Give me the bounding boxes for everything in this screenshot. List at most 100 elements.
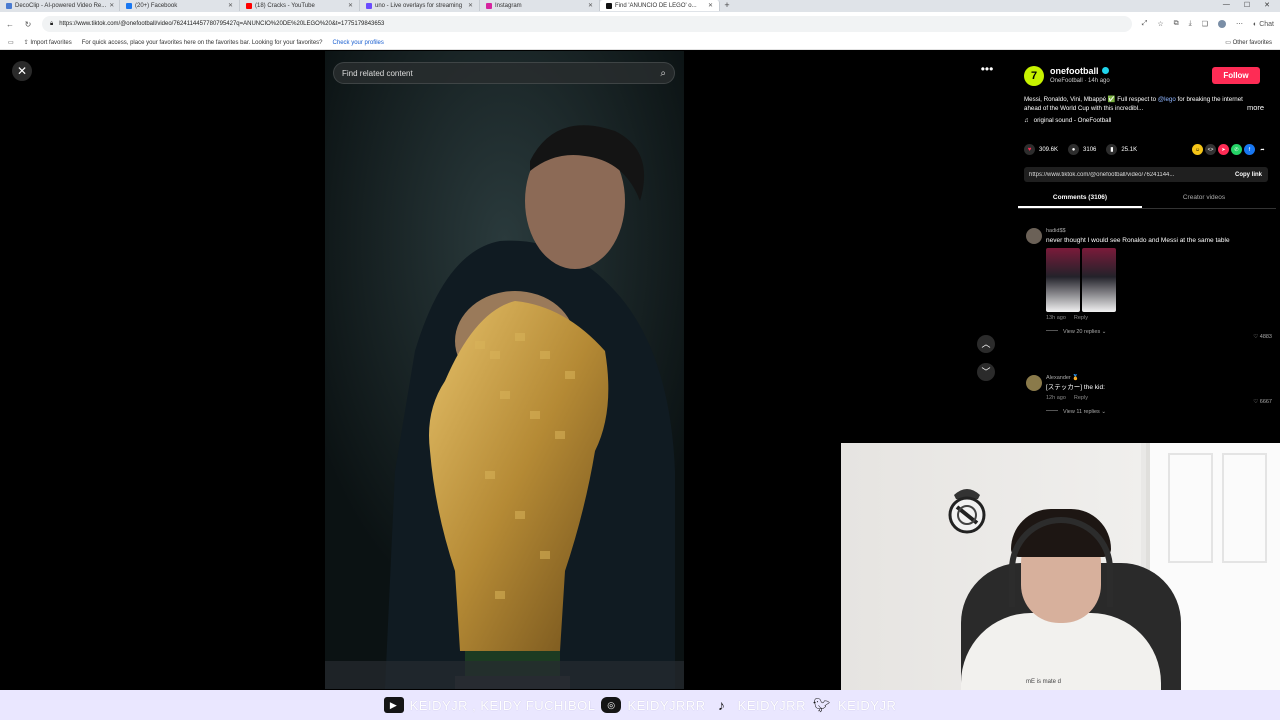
comment-username[interactable]: hadid$$ (1046, 228, 1252, 234)
comment-time: 13h ago (1046, 315, 1066, 321)
import-favorites-button[interactable]: ⇪ Import favorites (24, 39, 72, 46)
youtube-icon: ▶ (383, 697, 404, 713)
browser-tab[interactable]: DecoClip - AI-powered Video Re... ✕ (0, 0, 120, 11)
twitter-handle: KEIDYJR (837, 697, 897, 713)
post-description: Messi, Ronaldo, Vini, Mbappé ✅ Full resp… (1024, 96, 1243, 112)
post-side-panel: 7 onefootball OneFootball · 14h ago Foll… (1018, 51, 1276, 443)
commenter-avatar[interactable] (1026, 375, 1042, 391)
panel-tabs: Comments (3106) Creator videos (1018, 191, 1276, 209)
like-button[interactable]: ♥ 309.6K (1024, 144, 1058, 155)
tab-title: Instagram (495, 2, 522, 9)
copilot-chat-button[interactable]: ◐ Chat (1253, 21, 1274, 28)
comment-text: never thought I would see Ronaldo and Me… (1046, 237, 1230, 244)
check-profiles-link[interactable]: Check your profiles (333, 40, 384, 46)
tab-close-icon[interactable]: ✕ (468, 2, 473, 9)
music-note-icon: ♫ (1024, 117, 1029, 124)
commenter-avatar[interactable] (1026, 228, 1042, 244)
browser-tab[interactable]: (18) Cracks - YouTube ✕ (240, 0, 360, 11)
sound-row[interactable]: ♫ original sound - OneFootball (1024, 117, 1111, 124)
tab-close-icon[interactable]: ✕ (348, 2, 353, 9)
sound-name: original sound - OneFootball (1033, 117, 1112, 124)
reply-button[interactable]: Reply (1074, 395, 1088, 401)
share-arrow-icon[interactable]: ➦ (1257, 144, 1268, 155)
window-controls: — ☐ ✕ (1213, 0, 1280, 10)
facebook-favicon-icon (126, 2, 132, 9)
description-more-button[interactable]: more (1247, 103, 1264, 112)
tab-favicon-icon (6, 2, 12, 9)
comment-button[interactable]: ● 3106 (1068, 144, 1096, 155)
comment-text: [ステッカー] the kid: (1046, 384, 1105, 391)
favorites-bar-toggle-icon[interactable]: ▭ (8, 39, 14, 46)
embed-icon[interactable]: <> (1205, 144, 1216, 155)
tab-title: uno - Live overlays for streaming (375, 2, 463, 9)
extensions-icon[interactable]: ⧉ (1174, 20, 1179, 28)
real-madrid-crest-icon (948, 489, 986, 534)
profile-avatar[interactable] (1218, 20, 1227, 28)
search-input[interactable]: Find related content (342, 69, 413, 78)
creator-name[interactable]: onefootball (1050, 66, 1109, 76)
save-button[interactable]: ▮ 25.1K (1106, 144, 1137, 155)
view-replies-button[interactable]: View 11 replies ⌄ (1046, 409, 1252, 415)
heart-icon: ♥ (1024, 144, 1035, 155)
other-favorites-button[interactable]: ▭ Other favorites (1225, 39, 1272, 46)
favorites-bar: ▭ ⇪ Import favorites For quick access, p… (0, 36, 1280, 50)
copy-link-button[interactable]: Copy link (1229, 172, 1268, 178)
tab-title: (20+) Facebook (135, 2, 178, 9)
previous-video-button[interactable]: ︿ (977, 335, 995, 353)
menu-dots-icon[interactable]: ⋯ (1236, 20, 1243, 28)
save-count: 25.1K (1121, 146, 1138, 153)
browser-tab-active[interactable]: Find 'ANUNCIO DE LEGO' o... ✕ (600, 0, 720, 11)
browser-tabbar: DecoClip - AI-powered Video Re... ✕ (20+… (0, 0, 1280, 12)
creator-subtitle: OneFootball · 14h ago (1050, 78, 1110, 84)
comment-username[interactable]: Alexander 🏅 (1046, 375, 1252, 381)
instagram-favicon-icon (486, 2, 492, 9)
send-to-friends-icon[interactable]: ➤ (1218, 144, 1229, 155)
tab-close-icon[interactable]: ✕ (109, 2, 114, 9)
url-field[interactable]: 🔒︎ https://www.tiktok.com/@onefootball/v… (42, 16, 1132, 32)
comment-image-thumbnail[interactable] (1046, 248, 1116, 312)
tab-comments[interactable]: Comments (3106) (1018, 191, 1142, 208)
view-replies-button[interactable]: View 20 replies ⌄ (1046, 329, 1252, 335)
whatsapp-icon[interactable]: ✆ (1231, 144, 1242, 155)
shirt-print: mE is mate d (1026, 679, 1062, 685)
creator-avatar[interactable]: 7 (1024, 66, 1044, 86)
tab-title: DecoClip - AI-powered Video Re... (15, 2, 107, 9)
follow-button[interactable]: Follow (1212, 67, 1260, 84)
tab-creator-videos[interactable]: Creator videos (1142, 191, 1266, 208)
window-close-icon[interactable]: ✕ (1264, 1, 1270, 9)
video-player[interactable]: Find related content ⌕ (325, 51, 684, 689)
tab-close-icon[interactable]: ✕ (708, 2, 713, 9)
refresh-icon[interactable]: ↻ (24, 20, 32, 29)
facebook-icon[interactable]: f (1244, 144, 1255, 155)
find-related-search[interactable]: Find related content ⌕ (333, 62, 675, 84)
next-video-button[interactable]: ﹀ (977, 363, 995, 381)
browser-tab[interactable]: (20+) Facebook ✕ (120, 0, 240, 11)
back-icon[interactable]: ← (6, 20, 14, 29)
maximize-icon[interactable]: ☐ (1244, 1, 1250, 9)
browser-tab[interactable]: Instagram ✕ (480, 0, 600, 11)
downloads-icon[interactable]: ⤓ (1189, 20, 1192, 28)
close-video-button[interactable]: ✕ (12, 61, 32, 81)
comment-like-count[interactable]: ♡ 4883 (1253, 334, 1272, 340)
reply-button[interactable]: Reply (1074, 315, 1088, 321)
comment-count: 3106 (1083, 146, 1097, 153)
share-icons: ☺ <> ➤ ✆ f ➦ (1192, 144, 1268, 155)
tiktok-handle: KEIDYJRR (737, 697, 806, 713)
emoji-share-icon[interactable]: ☺ (1192, 144, 1203, 155)
comment-like-count[interactable]: ♡ 6667 (1253, 399, 1272, 405)
collections-icon[interactable]: ❑ (1202, 20, 1208, 28)
tiktok-icon: ♪ (717, 697, 726, 713)
favorite-star-icon[interactable]: ☆ (1157, 20, 1163, 28)
more-options-icon[interactable]: ••• (977, 63, 997, 79)
browser-tab[interactable]: uno - Live overlays for streaming ✕ (360, 0, 480, 11)
tab-close-icon[interactable]: ✕ (588, 2, 593, 9)
instagram-handle: KEIDYJRRR (627, 697, 706, 713)
tab-close-icon[interactable]: ✕ (228, 2, 233, 9)
mention-link[interactable]: @lego (1158, 96, 1176, 103)
uno-favicon-icon (366, 2, 372, 9)
new-tab-button[interactable]: + (720, 0, 734, 10)
comment-time: 12h ago (1046, 395, 1066, 401)
search-icon[interactable]: ⌕ (660, 68, 666, 79)
minimize-icon[interactable]: — (1223, 1, 1230, 9)
read-aloud-icon[interactable]: ⤢ (1142, 20, 1148, 28)
